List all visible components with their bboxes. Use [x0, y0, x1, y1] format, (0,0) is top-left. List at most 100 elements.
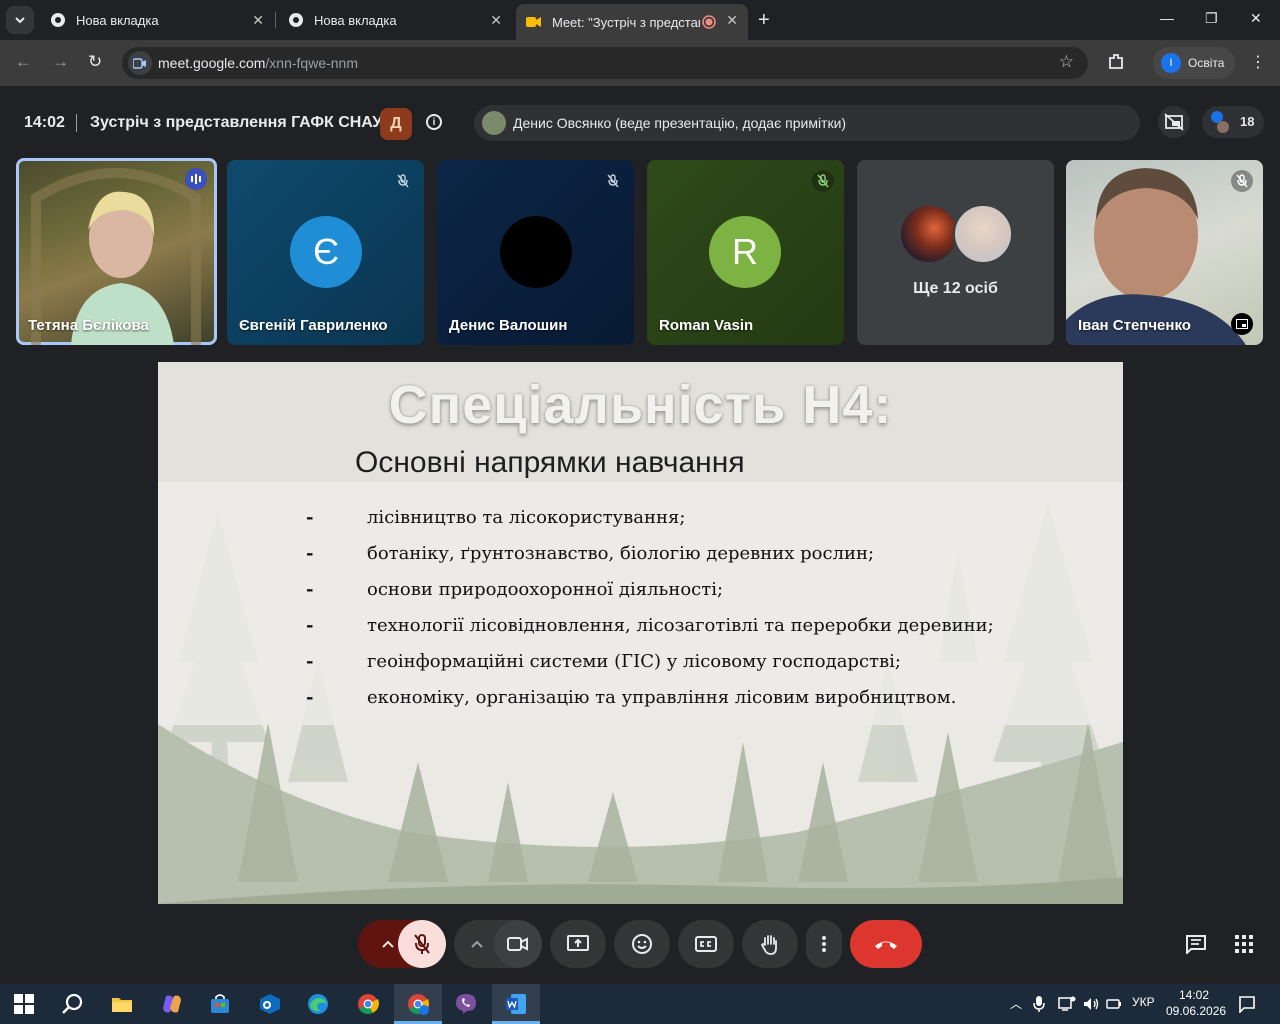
bullet-dash: - — [306, 579, 314, 600]
microphone-toggle-button[interactable] — [398, 920, 446, 968]
browser-tab-1[interactable]: Нова вкладка ✕ — [40, 4, 274, 36]
back-button[interactable]: ← — [15, 52, 32, 72]
emoji-icon — [632, 934, 652, 954]
tab-search-button[interactable] — [6, 6, 34, 34]
bullet-text: ботаніку, ґрунтознавство, біологію дерев… — [367, 543, 875, 564]
file-explorer-icon[interactable] — [110, 992, 134, 1016]
hand-icon — [760, 935, 777, 955]
activities-icon[interactable] — [1235, 935, 1253, 953]
participant-tile[interactable]: Іван Степченко — [1066, 160, 1263, 345]
notifications-icon[interactable] — [1238, 995, 1256, 1013]
camera-group — [454, 920, 542, 968]
network-icon[interactable] — [1058, 996, 1076, 1012]
new-tab-button[interactable]: + — [758, 9, 770, 32]
bullet-text: лісівництво та лісокористування; — [367, 507, 686, 528]
bullet-dash: - — [306, 687, 314, 708]
clock-date: 09.06.2026 — [1166, 1004, 1227, 1018]
taskbar-clock[interactable]: 14:02 09.06.2026 — [1166, 987, 1227, 1019]
address-bar[interactable]: meet.google.com/xnn-fqwe-nnm ☆ — [122, 47, 1088, 79]
hide-tiles-button[interactable] — [1158, 106, 1190, 138]
participant-avatar — [500, 216, 572, 288]
restore-button[interactable]: ❐ — [1205, 10, 1218, 27]
close-tab-icon[interactable]: ✕ — [252, 12, 264, 29]
chat-icon[interactable] — [1185, 934, 1207, 954]
more-options-button[interactable] — [806, 920, 842, 968]
close-window-button[interactable]: ✕ — [1250, 10, 1262, 27]
more-participants-tile[interactable]: Ще 12 осіб — [857, 160, 1054, 345]
close-tab-icon[interactable]: ✕ — [726, 12, 738, 29]
participant-tile[interactable]: R Roman Vasin — [647, 160, 844, 345]
chrome-profile-icon[interactable] — [406, 992, 430, 1016]
reactions-button[interactable] — [614, 920, 670, 968]
input-language[interactable]: УКР — [1132, 995, 1155, 1009]
extensions-icon[interactable] — [1106, 52, 1126, 72]
forward-button[interactable]: → — [52, 52, 69, 72]
reload-button[interactable]: ↻ — [88, 52, 102, 72]
more-participants-label: Ще 12 осіб — [913, 280, 998, 297]
chrome-icon — [51, 13, 65, 27]
participant-name: Євгеній Гавриленко — [239, 317, 388, 334]
mic-off-icon — [817, 174, 829, 188]
present-screen-button[interactable] — [550, 920, 606, 968]
chevron-up-icon[interactable] — [471, 940, 483, 948]
participant-mini-avatar — [1217, 121, 1229, 133]
list-item: - ботаніку, ґрунтознавство, біологію дере… — [158, 543, 1123, 567]
picture-in-picture-icon — [1236, 319, 1248, 329]
participant-tile[interactable]: Денис Валошин — [437, 160, 634, 345]
presenter-banner[interactable]: Денис Овсянко (веде презентацію, додає п… — [474, 105, 1140, 141]
mic-off-indicator — [812, 170, 834, 192]
hang-up-icon — [875, 941, 897, 949]
word-icon[interactable] — [504, 992, 528, 1016]
participants-button[interactable]: 18 — [1202, 106, 1264, 138]
list-item: - економіку, організацію та управління лі… — [158, 687, 1123, 711]
audio-level-icon — [191, 174, 201, 184]
tray-mic-icon[interactable] — [1033, 995, 1045, 1013]
meeting-info-icon[interactable]: i — [426, 114, 442, 130]
viber-icon[interactable] — [454, 992, 478, 1016]
edge-icon[interactable] — [306, 992, 330, 1016]
store-icon[interactable] — [208, 992, 232, 1016]
bullet-dash: - — [306, 507, 314, 528]
battery-icon[interactable] — [1106, 996, 1122, 1012]
speaker-icon[interactable] — [1082, 996, 1100, 1012]
browser-tab-meet[interactable]: Meet: "Зустріч з представл ✕ — [516, 4, 748, 40]
outlook-icon[interactable] — [258, 992, 282, 1016]
speaking-indicator — [185, 168, 207, 190]
raise-hand-button[interactable] — [742, 920, 798, 968]
profile-button[interactable]: І Освіта — [1153, 47, 1235, 79]
participant-avatar — [899, 204, 959, 264]
bookmark-star-icon[interactable]: ☆ — [1059, 52, 1074, 72]
tab-title: Нова вкладка — [76, 12, 159, 28]
participant-avatar: R — [709, 216, 781, 288]
participant-tile[interactable]: Є Євгеній Гавриленко — [227, 160, 424, 345]
list-item: - геоінформаційні системи (ГІС) у лісовом… — [158, 651, 1123, 675]
host-logo[interactable]: Д — [380, 108, 412, 140]
chrome-icon[interactable] — [356, 992, 380, 1016]
participant-name: Іван Степченко — [1078, 317, 1191, 334]
site-info-icon[interactable] — [128, 51, 152, 75]
participant-tile[interactable]: Тетяна Бєлікова — [16, 158, 217, 345]
leave-call-button[interactable] — [850, 920, 922, 968]
participant-name: Денис Валошин — [449, 317, 568, 334]
copilot-icon[interactable] — [160, 992, 184, 1016]
captions-icon — [695, 936, 717, 952]
close-tab-icon[interactable]: ✕ — [490, 12, 502, 29]
browser-tab-strip: Нова вкладка ✕ Нова вкладка ✕ Meet: "Зус… — [0, 0, 1280, 40]
tray-overflow-icon[interactable]: ︿ — [1010, 995, 1022, 1012]
meeting-clock: 14:02 — [24, 114, 65, 131]
browser-tab-2[interactable]: Нова вкладка ✕ — [278, 4, 512, 36]
mic-off-indicator — [602, 170, 624, 192]
search-icon[interactable] — [60, 992, 84, 1016]
bullet-dash: - — [306, 543, 314, 564]
browser-menu-icon[interactable]: ⋮ — [1250, 52, 1266, 72]
camera-toggle-button[interactable] — [494, 920, 542, 968]
camera-icon — [133, 57, 146, 69]
windows-start-icon[interactable] — [12, 992, 36, 1016]
pip-button[interactable] — [1231, 313, 1253, 335]
meet-header: 14:02 Зустріч з представлення ГАФК СНАУ … — [0, 86, 1280, 158]
captions-button[interactable] — [678, 920, 734, 968]
meet-icon — [526, 17, 541, 27]
minimize-button[interactable]: — — [1160, 10, 1174, 26]
tab-divider — [275, 12, 276, 28]
camera-icon — [507, 937, 528, 951]
